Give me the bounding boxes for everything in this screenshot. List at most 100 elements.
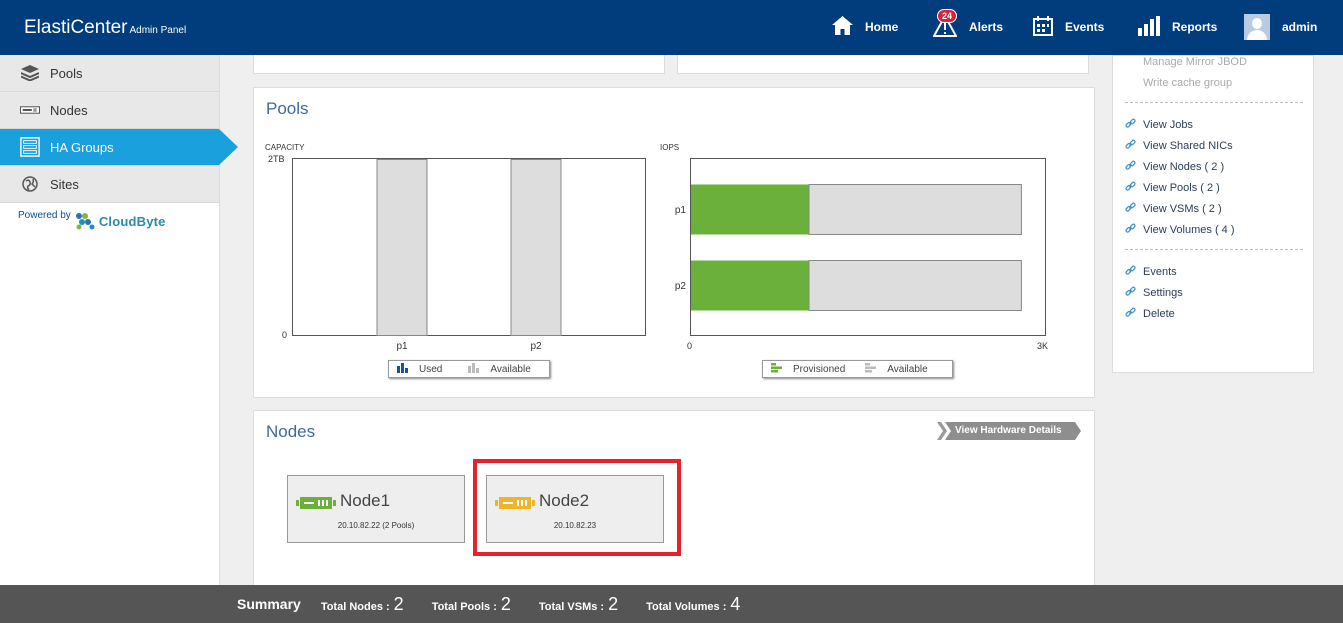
legend-iops-available-label: Available bbox=[887, 363, 928, 375]
layers-icon bbox=[20, 65, 40, 81]
action-events[interactable]: Events bbox=[1125, 265, 1177, 279]
action-view-shared-nics[interactable]: View Shared NICs bbox=[1125, 139, 1233, 153]
stat-value: 4 bbox=[730, 593, 741, 614]
link-icon bbox=[1125, 265, 1137, 279]
capacity-chart: p1 p2 bbox=[292, 158, 646, 352]
nav-events-label: Events bbox=[1065, 20, 1105, 34]
action-delete[interactable]: Delete bbox=[1125, 307, 1175, 321]
capacity-bar-available-p1 bbox=[376, 159, 428, 336]
stat-label: Total Pools : bbox=[431, 600, 497, 613]
legend-used-label: Used bbox=[419, 363, 443, 375]
node-card-node1[interactable]: Node1 20.10.82.22 (2 Pools) bbox=[287, 475, 465, 543]
iops-legend: Provisioned Available bbox=[762, 360, 953, 378]
server-status-icon bbox=[296, 496, 336, 515]
capacity-plot-area bbox=[292, 158, 646, 336]
legend-used: Used bbox=[397, 362, 443, 376]
iops-bar-provisioned-p2 bbox=[691, 260, 809, 311]
stat-value: 2 bbox=[608, 593, 619, 614]
username-label: admin bbox=[1282, 20, 1318, 34]
sidebar: Pools Nodes HA Groups Sites Powered by C… bbox=[0, 55, 238, 585]
link-icon bbox=[1125, 181, 1137, 195]
stat-label: Total Volumes : bbox=[646, 600, 727, 613]
nav-user-menu[interactable]: admin bbox=[1244, 12, 1317, 42]
sidebar-menu: Pools Nodes HA Groups Sites bbox=[0, 55, 238, 203]
iops-x-left: 0 bbox=[687, 341, 693, 351]
action-label: Write cache group bbox=[1143, 77, 1233, 89]
summary-footer: Summary Total Nodes :2 Total Pools :2 To… bbox=[0, 585, 1343, 623]
bar-chart-icon bbox=[1138, 15, 1160, 39]
iops-chart: p1 p2 bbox=[675, 158, 1046, 336]
summary-label: Summary bbox=[237, 596, 301, 612]
action-label: View Pools ( 2 ) bbox=[1143, 182, 1220, 194]
action-manage-mirror-jbod: Manage Mirror JBOD bbox=[1143, 56, 1247, 68]
nav-home[interactable]: Home bbox=[832, 12, 898, 42]
action-view-nodes[interactable]: View Nodes ( 2 ) bbox=[1125, 160, 1224, 174]
action-label: View Shared NICs bbox=[1143, 140, 1233, 152]
action-label: View VSMs ( 2 ) bbox=[1143, 203, 1222, 215]
legend-iops-available: Available bbox=[865, 362, 928, 376]
nav-alerts[interactable]: 24 Alerts bbox=[932, 8, 1004, 42]
action-label: View Volumes ( 4 ) bbox=[1143, 224, 1235, 236]
pools-title: Pools bbox=[266, 99, 309, 118]
nav-events[interactable]: Events bbox=[1033, 12, 1104, 42]
sidebar-item-label: Nodes bbox=[50, 102, 88, 118]
sidebar-item-sites[interactable]: Sites bbox=[0, 166, 219, 203]
action-view-vsms[interactable]: View VSMs ( 2 ) bbox=[1125, 202, 1222, 216]
alerts-count-badge: 24 bbox=[937, 8, 958, 23]
node-ip: 20.10.82.22 (2 Pools) bbox=[337, 521, 415, 530]
home-icon bbox=[832, 16, 853, 38]
capacity-axis-title: CAPACITY bbox=[265, 143, 305, 152]
link-icon bbox=[1125, 139, 1137, 153]
action-label: View Nodes ( 2 ) bbox=[1143, 161, 1225, 173]
node-name: Node1 bbox=[340, 491, 391, 510]
sidebar-item-pools[interactable]: Pools bbox=[0, 55, 219, 92]
link-icon bbox=[1125, 307, 1137, 321]
action-settings[interactable]: Settings bbox=[1125, 286, 1183, 300]
iops-available-legend-icon bbox=[865, 362, 877, 376]
powered-by: Powered by CloudByte bbox=[18, 210, 166, 230]
top-panel-right bbox=[677, 55, 1089, 74]
stat-total-nodes: Total Nodes :2 bbox=[321, 594, 404, 615]
divider bbox=[1125, 249, 1303, 250]
actions-panel: Manage Mirror JBOD Write cache group Vie… bbox=[1112, 55, 1314, 373]
iops-bar-available-p2 bbox=[808, 260, 1022, 311]
iops-bar-available-p1 bbox=[808, 184, 1022, 235]
cloudbyte-logo: CloudByte bbox=[75, 212, 166, 230]
capacity-bar-available-p2 bbox=[510, 159, 562, 336]
action-label: Manage Mirror JBOD bbox=[1143, 56, 1247, 68]
action-view-pools[interactable]: View Pools ( 2 ) bbox=[1125, 181, 1220, 195]
iops-x-right: 3K bbox=[1037, 341, 1049, 351]
action-view-jobs[interactable]: View Jobs bbox=[1125, 118, 1193, 132]
available-legend-icon bbox=[468, 362, 480, 376]
nav-alerts-label: Alerts bbox=[969, 20, 1004, 34]
legend-available: Available bbox=[468, 362, 531, 376]
action-label: Settings bbox=[1143, 287, 1183, 299]
stat-value: 2 bbox=[500, 593, 511, 614]
nav-reports[interactable]: Reports bbox=[1138, 12, 1217, 42]
sidebar-item-ha-groups[interactable]: HA Groups bbox=[0, 129, 238, 166]
sidebar-item-nodes[interactable]: Nodes bbox=[0, 92, 219, 129]
nav-home-label: Home bbox=[865, 20, 899, 34]
view-hardware-details-button[interactable]: View Hardware Details bbox=[937, 422, 1081, 440]
powered-by-label: Powered by bbox=[18, 210, 71, 221]
ha-group-icon bbox=[20, 136, 40, 158]
iops-y-tick-label: p1 bbox=[675, 205, 687, 216]
action-label: View Jobs bbox=[1143, 119, 1193, 131]
app-brand[interactable]: ElastiCenter Admin Panel bbox=[24, 17, 186, 39]
action-view-volumes[interactable]: View Volumes ( 4 ) bbox=[1125, 223, 1235, 237]
action-label: Delete bbox=[1143, 308, 1175, 320]
alert-icon: 24 bbox=[932, 8, 958, 40]
stat-value: 2 bbox=[393, 593, 404, 614]
sidebar-item-label: Pools bbox=[50, 65, 83, 81]
used-legend-icon bbox=[397, 362, 409, 376]
link-icon bbox=[1125, 118, 1137, 132]
stat-total-pools: Total Pools :2 bbox=[432, 594, 511, 615]
nav-reports-label: Reports bbox=[1172, 20, 1218, 34]
top-header: ElastiCenter Admin Panel Home 24 Alerts E… bbox=[0, 0, 1343, 55]
cloudbyte-logo-text: CloudByte bbox=[98, 213, 166, 229]
provisioned-legend-icon bbox=[771, 362, 783, 376]
sidebar-item-label: Sites bbox=[50, 176, 79, 192]
capacity-y-top: 2TB bbox=[268, 154, 285, 164]
divider bbox=[1125, 102, 1303, 103]
calendar-icon bbox=[1033, 15, 1053, 39]
